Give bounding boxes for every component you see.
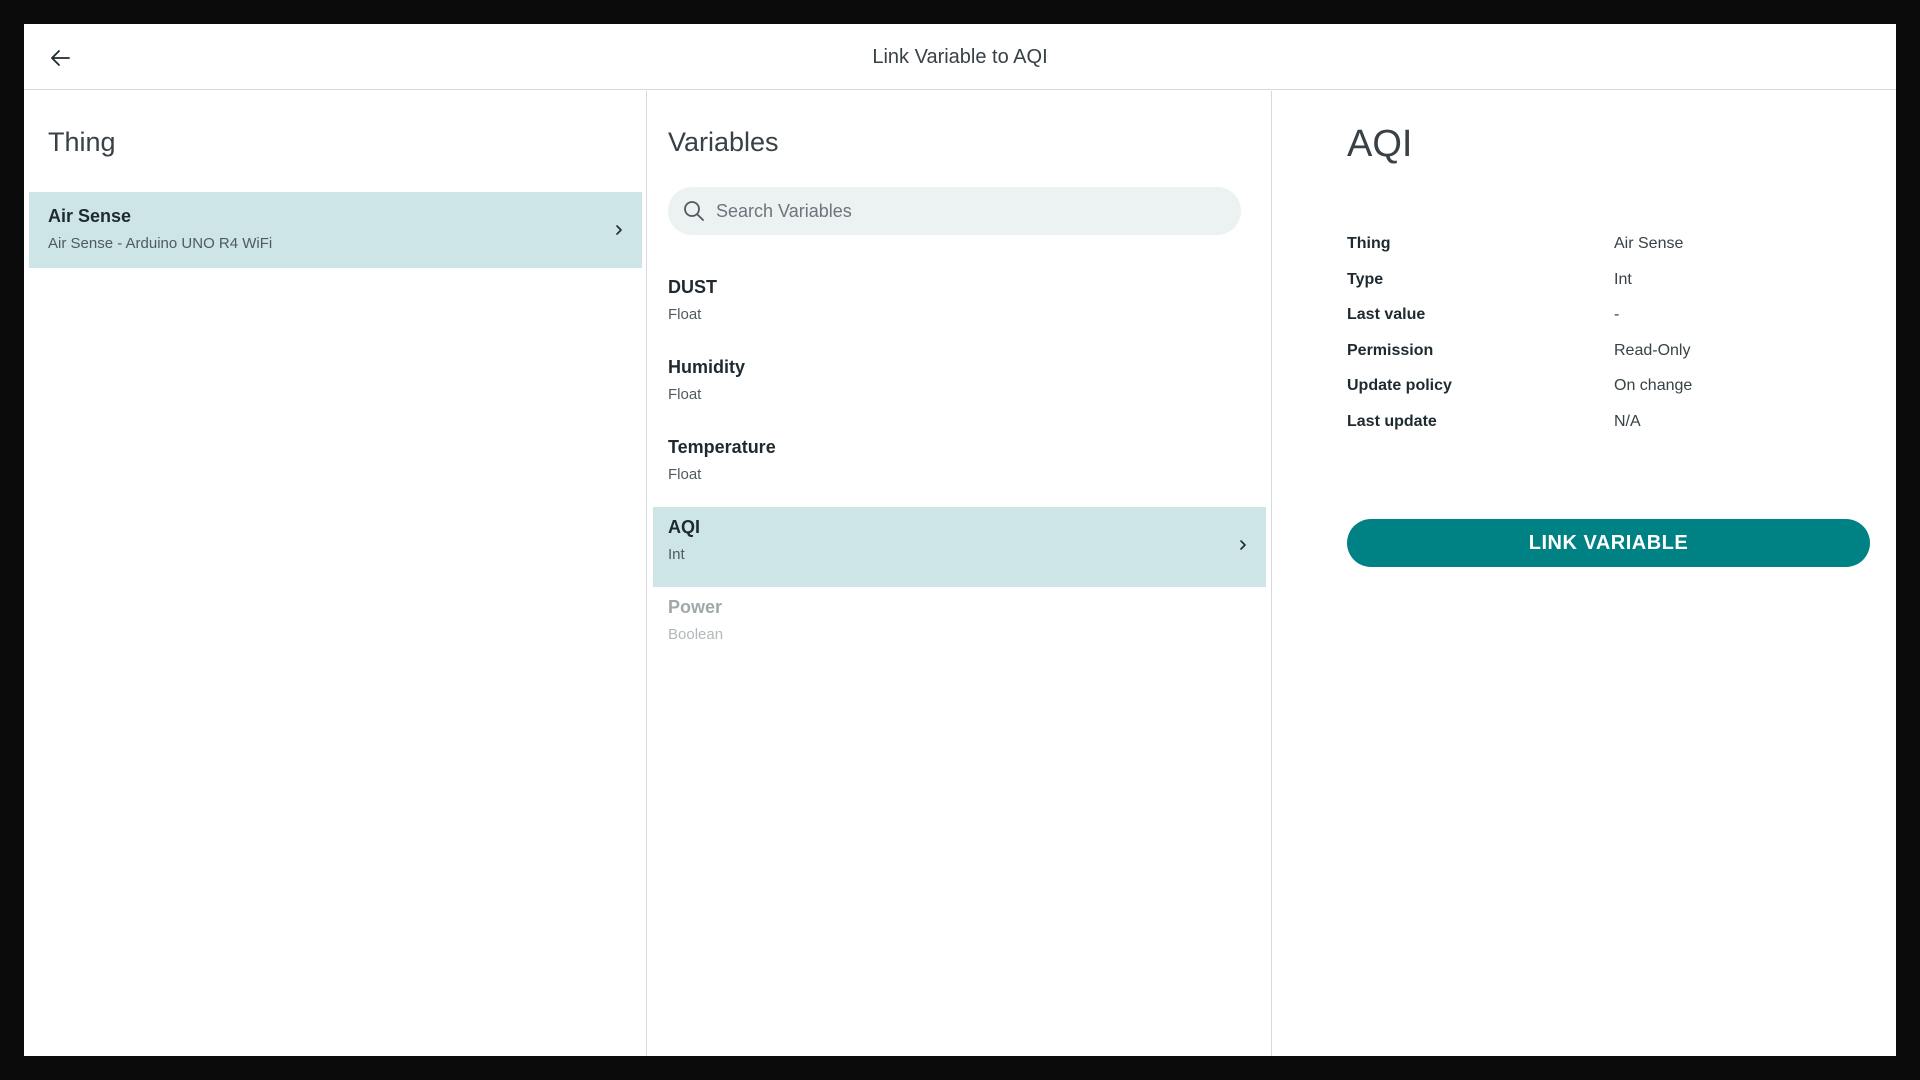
variable-item-temperature[interactable]: Temperature Float — [648, 427, 1271, 507]
arrow-left-icon — [51, 50, 70, 66]
variable-name: AQI — [668, 517, 701, 537]
property-row-type: Type Int — [1347, 271, 1867, 307]
link-variable-window: Link Variable to AQI Thing Air Sense Air… — [24, 24, 1896, 1056]
property-value: N/A — [1614, 412, 1641, 430]
variable-name: Humidity — [668, 357, 746, 377]
detail-panel: AQI Thing Air Sense Type Int Last value … — [1273, 91, 1896, 1056]
property-value: On change — [1614, 377, 1693, 394]
thing-item-subtitle: Air Sense - Arduino UNO R4 WiFi — [48, 235, 273, 252]
property-row-thing: Thing Air Sense — [1347, 235, 1867, 271]
property-row-permission: Permission Read-Only — [1347, 342, 1867, 378]
variable-item-dust[interactable]: DUST Float — [648, 267, 1271, 347]
page-title: Link Variable to AQI — [872, 46, 1048, 68]
thing-item-title: Air Sense — [48, 206, 132, 226]
thing-panel: Thing Air Sense Air Sense - Arduino UNO … — [24, 91, 647, 1056]
variable-type: Float — [668, 306, 702, 323]
search-box — [668, 187, 1241, 235]
variable-item-power: Power Boolean — [648, 587, 1271, 667]
variable-name: Power — [668, 597, 723, 617]
property-label: Type — [1347, 270, 1384, 288]
chevron-right-icon — [616, 225, 622, 235]
variable-name: DUST — [668, 277, 717, 297]
property-row-last-update: Last update N/A — [1347, 413, 1867, 449]
property-label: Last update — [1347, 412, 1437, 430]
variable-list: DUST Float Humidity Float Temperature Fl… — [648, 267, 1271, 667]
variable-name: Temperature — [668, 437, 776, 457]
detail-heading: AQI — [1347, 123, 1413, 165]
header-bar: Link Variable to AQI — [24, 24, 1896, 90]
property-label: Permission — [1347, 341, 1434, 359]
thing-heading: Thing — [48, 127, 116, 157]
thing-item-air-sense[interactable]: Air Sense Air Sense - Arduino UNO R4 WiF… — [29, 192, 642, 268]
chevron-right-icon — [1240, 540, 1246, 550]
property-value: Read-Only — [1614, 341, 1691, 359]
variable-type: Boolean — [668, 626, 724, 643]
property-row-update-policy: Update policy On change — [1347, 377, 1867, 413]
property-label: Last value — [1347, 306, 1426, 323]
property-value: Air Sense — [1614, 235, 1684, 252]
property-value: Int — [1614, 270, 1632, 288]
variables-panel: Variables DUST Float Humidity Float Temp… — [648, 91, 1272, 1056]
property-value: - — [1614, 306, 1620, 323]
variables-heading: Variables — [668, 127, 779, 157]
back-button[interactable] — [40, 38, 80, 78]
search-input[interactable] — [716, 187, 1226, 235]
variable-item-aqi[interactable]: AQI Int — [653, 507, 1266, 587]
property-label: Thing — [1347, 235, 1391, 252]
variable-type: Int — [668, 546, 685, 563]
property-label: Update policy — [1347, 377, 1452, 394]
link-variable-button[interactable]: LINK VARIABLE — [1347, 519, 1870, 567]
property-row-last-value: Last value - — [1347, 306, 1867, 342]
variable-type: Float — [668, 466, 702, 483]
search-icon — [684, 201, 704, 221]
variable-item-humidity[interactable]: Humidity Float — [648, 347, 1271, 427]
property-list: Thing Air Sense Type Int Last value - Pe… — [1347, 235, 1867, 448]
variable-type: Float — [668, 386, 702, 403]
